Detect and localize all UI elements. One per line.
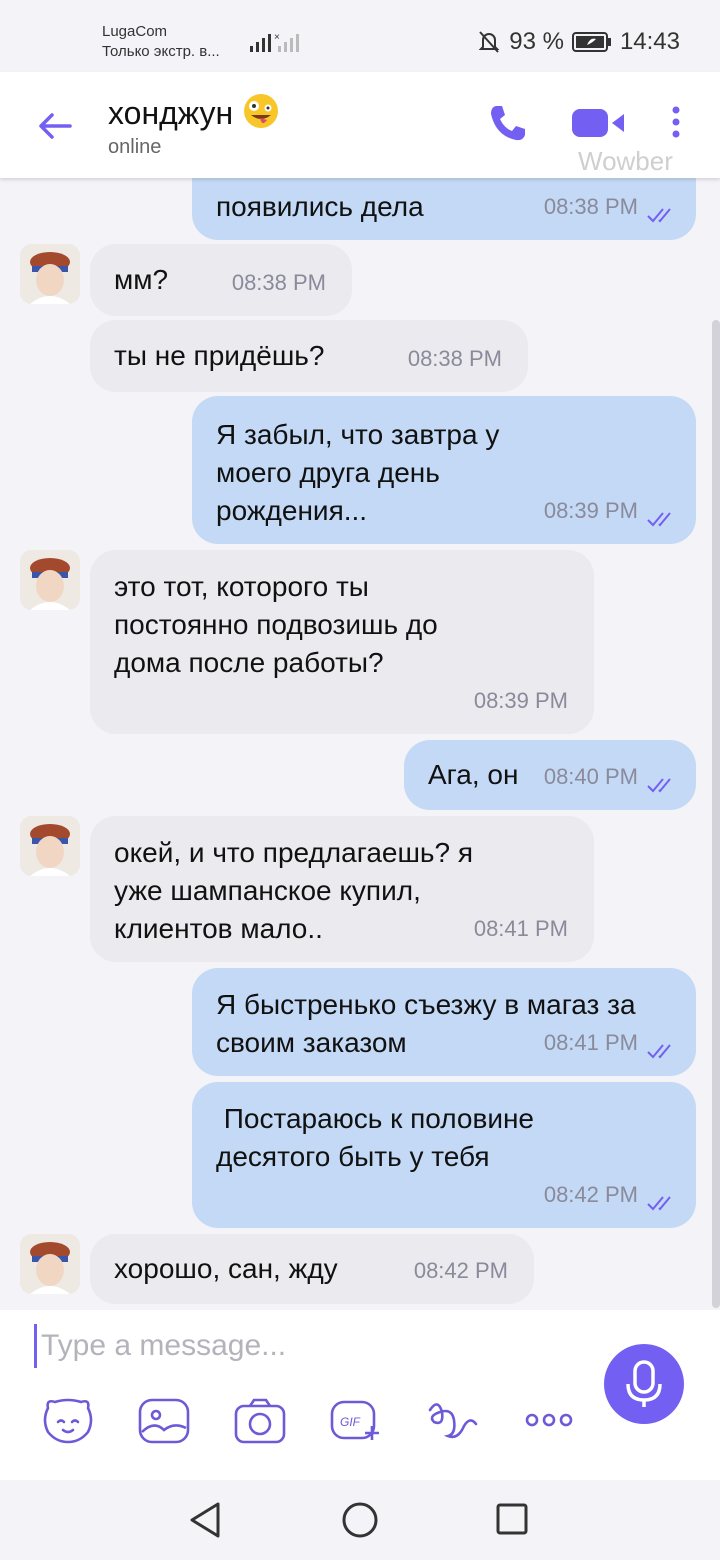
avatar-image [20,1234,80,1294]
contact-name-text: хонджун [108,95,234,131]
read-ticks-icon [647,208,671,223]
contact-name[interactable]: хонджун [108,92,280,132]
avatar[interactable] [20,550,80,610]
message-text: Я забыл, что завтра у моего друга день р… [216,419,500,526]
contact-status: online [108,136,162,158]
message-bubble-incoming[interactable]: мм? 08:38 PM [90,244,352,316]
status-right: 93 % 14:43 [477,28,680,56]
message-input[interactable]: Type a message... [34,1324,286,1368]
signal-icon: × [250,32,299,52]
message-text: ты не придёшь? [114,340,325,371]
avatar-image [20,816,80,876]
status-bar: LugaCom Только экстр. в... × 93 % 14:43 [0,0,720,72]
message-bubble-outgoing[interactable]: Постараюсь к половине десятого быть у те… [192,1082,696,1228]
avatar[interactable] [20,816,80,876]
chat-header: хонджун online Wowber [0,72,720,178]
camera-icon[interactable] [232,1396,288,1446]
gallery-icon[interactable] [136,1396,192,1446]
scrollbar[interactable] [712,320,720,1308]
message-text: Ага, он [428,759,519,790]
system-nav-bar [0,1480,720,1560]
watermark: Wowber [578,146,673,176]
more-options-icon[interactable] [664,104,688,144]
message-time: 08:41 PM [543,1030,638,1055]
carrier-name: LugaCom [102,23,168,40]
video-call-icon[interactable] [570,106,628,140]
gif-icon[interactable]: GIF [328,1396,384,1446]
microphone-icon [626,1360,662,1407]
avatar-image [20,550,80,610]
message-time: 08:39 PM [473,688,568,713]
message-bubble-outgoing[interactable]: Я забыл, что завтра у моего друга день р… [192,396,696,544]
nav-home-icon[interactable] [340,1500,380,1540]
message-bubble-outgoing[interactable]: Я быстренько съезжу в магаз за своим зак… [192,968,696,1076]
message-text: хорошо, сан, жду [114,1253,338,1284]
avatar-image [20,244,80,304]
message-time: 08:42 PM [413,1258,508,1283]
battery-icon [571,32,611,52]
back-arrow-icon[interactable] [32,102,80,150]
message-time: 08:41 PM [473,916,568,941]
doodle-icon[interactable] [424,1396,480,1446]
message-bubble-incoming[interactable]: ты не придёшь? 08:38 PM [90,320,528,392]
nav-back-icon[interactable] [188,1500,224,1540]
message-time: 08:42 PM [543,1182,638,1207]
message-bubble-outgoing[interactable]: Ага, он 08:40 PM [404,740,696,810]
message-time: 08:40 PM [543,764,638,789]
message-time: 08:38 PM [407,346,502,371]
message-text: Постараюсь к половине десятого быть у те… [216,1103,542,1172]
composer: Type a message... GIF [0,1310,720,1480]
message-bubble-incoming[interactable]: хорошо, сан, жду 08:42 PM [90,1234,534,1304]
carrier-info: LugaCom Только экстр. в... [102,22,220,62]
read-ticks-icon [647,1044,671,1059]
battery-percent: 93 % [509,28,564,55]
message-text: окей, и что предлагаешь? я уже шампанско… [114,837,474,944]
clock: 14:43 [619,28,680,55]
more-icon[interactable] [522,1396,578,1446]
message-time: 08:38 PM [231,270,326,295]
phone-call-icon[interactable] [486,102,528,144]
message-text: мм? [114,264,169,295]
carrier-sub: Только экстр. в... [102,43,220,60]
svg-text:×: × [274,32,280,43]
message-bubble-incoming[interactable]: это тот, которого ты постоянно подвозишь… [90,550,594,734]
mute-bell-icon [478,31,500,53]
read-ticks-icon [647,778,671,793]
nav-recents-icon[interactable] [494,1500,530,1540]
message-time: 08:38 PM [543,194,638,219]
avatar[interactable] [20,1234,80,1294]
avatar[interactable] [20,244,80,304]
read-ticks-icon [647,1196,671,1211]
message-bubble-incoming[interactable]: окей, и что предлагаешь? я уже шампанско… [90,816,594,962]
message-list[interactable]: появились дела 08:38 PM мм? 08:38 PM ты … [0,150,720,1310]
read-ticks-icon [647,512,671,527]
voice-message-button[interactable] [604,1344,684,1424]
sticker-icon[interactable] [40,1396,96,1446]
message-text: это тот, которого ты постоянно подвозишь… [114,571,438,678]
message-text: появились дела [216,191,424,222]
svg-text:GIF: GIF [340,1415,361,1429]
zany-face-emoji-icon [244,94,279,128]
message-time: 08:39 PM [543,498,638,523]
